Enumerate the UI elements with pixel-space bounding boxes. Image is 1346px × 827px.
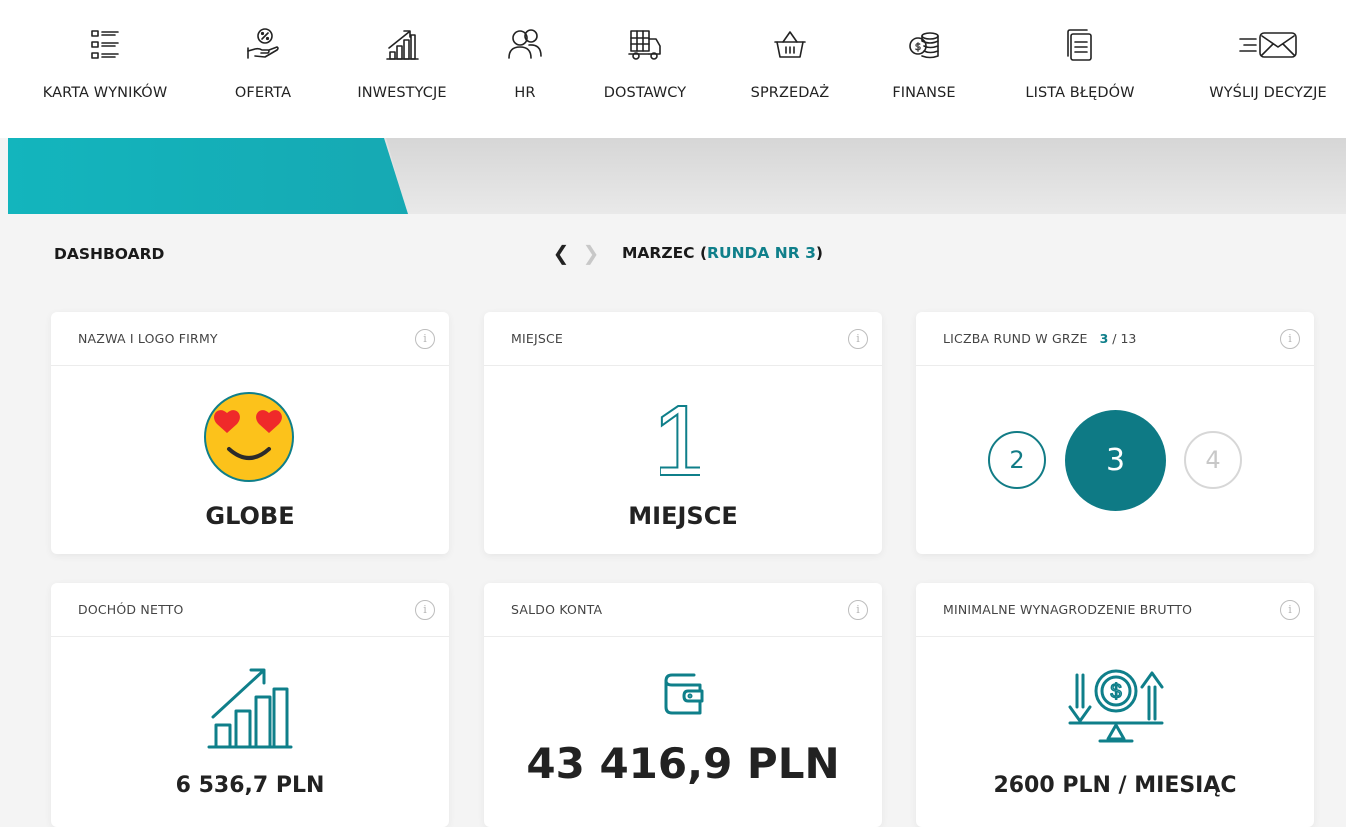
place-label: MIEJSCE [628,502,738,530]
nav-label: OFERTA [234,85,292,101]
shopping-basket-icon [767,22,813,68]
header-banner [8,138,1346,214]
card-title: DOCHÓD NETTO [78,602,184,617]
card-title: MINIMALNE WYNAGRODZENIE BRUTTO [943,602,1193,617]
card-company: NAZWA I LOGO FIRMY i GLOBE [51,312,449,554]
svg-text:$: $ [915,42,921,53]
info-icon[interactable]: i [848,600,868,620]
income-value: 6 536,7 PLN [175,773,325,798]
chevron-right-icon[interactable]: ❯ [580,243,602,263]
nav-item-wyslij-decyzje[interactable]: WYŚLIJ DECYZJE [1190,22,1346,112]
card-header: MIEJSCE i [484,312,882,366]
rounds-count: 3 / 13 [1100,331,1137,346]
people-icon [502,22,548,68]
nav-label: DOSTAWCY [603,85,687,101]
card-rounds: LICZBA RUND W GRZE 3 / 13 i 2 3 4 [916,312,1314,554]
nav-label: LISTA BŁĘDÓW [1025,85,1135,101]
card-body: 1 MIEJSCE [484,366,882,554]
card-body: 43 416,9 PLN [484,637,882,827]
info-icon[interactable]: i [415,600,435,620]
round-circle-prev[interactable]: 2 [988,431,1046,489]
company-name: GLOBE [205,502,295,530]
round-circle-current[interactable]: 3 [1065,410,1166,511]
top-navigation: KARTA WYNIKÓW OFERTA INWESTYCJE HR DOSTA… [0,0,1346,138]
nav-label: KARTA WYNIKÓW [42,85,168,101]
card-wage: MINIMALNE WYNAGRODZENIE BRUTTO i $ 2600 … [916,583,1314,827]
nav-item-finanse[interactable]: $ FINANSE [880,22,968,112]
info-icon[interactable]: i [1280,329,1300,349]
coins-icon: $ [901,22,947,68]
balance-value: 43 416,9 PLN [526,739,840,788]
card-header: DOCHÓD NETTO i [51,583,449,637]
nav-label: INWESTYCJE [357,85,447,101]
send-mail-icon [1228,22,1308,68]
banner-teal-stripe [8,138,408,214]
svg-text:$: $ [1110,681,1121,703]
nav-item-inwestycje[interactable]: INWESTYCJE [342,22,462,112]
svg-text:1: 1 [660,400,700,478]
card-header: LICZBA RUND W GRZE 3 / 13 i [916,312,1314,366]
card-title: SALDO KONTA [511,602,603,617]
nav-label: WYŚLIJ DECYZJE [1209,85,1327,101]
card-place: MIEJSCE i 1 MIEJSCE [484,312,882,554]
card-header: MINIMALNE WYNAGRODZENIE BRUTTO i [916,583,1314,637]
round-circle-next[interactable]: 4 [1184,431,1242,489]
card-header: SALDO KONTA i [484,583,882,637]
page-title: DASHBOARD [54,245,165,263]
growth-chart-icon [207,668,293,749]
nav-item-dostawcy[interactable]: DOSTAWCY [590,22,700,112]
card-income: DOCHÓD NETTO i 6 536,7 PLN [51,583,449,827]
info-icon[interactable]: i [848,329,868,349]
card-title: MIEJSCE [511,331,564,346]
heart-eyes-emoji-icon [204,392,294,482]
chevron-left-icon[interactable]: ❮ [550,243,572,263]
card-title: LICZBA RUND W GRZE [943,331,1088,346]
rounds-total: / 13 [1112,331,1137,346]
nav-label: HR [514,85,536,101]
nav-item-oferta[interactable]: OFERTA [215,22,311,112]
info-icon[interactable]: i [1280,600,1300,620]
nav-item-hr[interactable]: HR [495,22,555,112]
round-number: RUNDA NR 3 [707,244,816,262]
card-balance: SALDO KONTA i 43 416,9 PLN [484,583,882,827]
rounds-current: 3 [1099,331,1109,346]
card-body: 6 536,7 PLN [51,637,449,827]
delivery-truck-icon [622,22,668,68]
card-title: NAZWA I LOGO FIRMY [78,331,218,346]
balance-dollar-icon: $ [1068,669,1164,743]
nav-item-lista-bledow[interactable]: LISTA BŁĘDÓW [1005,22,1155,112]
card-body: 2 3 4 [916,366,1314,554]
investment-chart-icon [379,22,425,68]
round-label: MARZEC (RUNDA NR 3) [622,244,823,262]
scorecard-list-icon [82,22,128,68]
info-icon[interactable]: i [415,329,435,349]
document-list-icon [1057,22,1103,68]
card-body: $ 2600 PLN / MIESIĄC [916,637,1314,827]
nav-label: FINANSE [892,85,956,101]
banner-gray-stripe [386,138,1346,214]
card-header: NAZWA I LOGO FIRMY i [51,312,449,366]
nav-item-sprzedaz[interactable]: SPRZEDAŻ [738,22,842,112]
wage-value: 2600 PLN / MIESIĄC [993,773,1237,798]
card-body: GLOBE [51,366,449,554]
nav-item-karta-wynikow[interactable]: KARTA WYNIKÓW [30,22,180,112]
round-navigator: ❮ ❯ MARZEC (RUNDA NR 3) [550,243,823,263]
offer-percent-hand-icon [240,22,286,68]
place-number-outline: 1 [660,400,700,478]
wallet-icon [664,673,704,715]
nav-label: SPRZEDAŻ [750,85,830,101]
